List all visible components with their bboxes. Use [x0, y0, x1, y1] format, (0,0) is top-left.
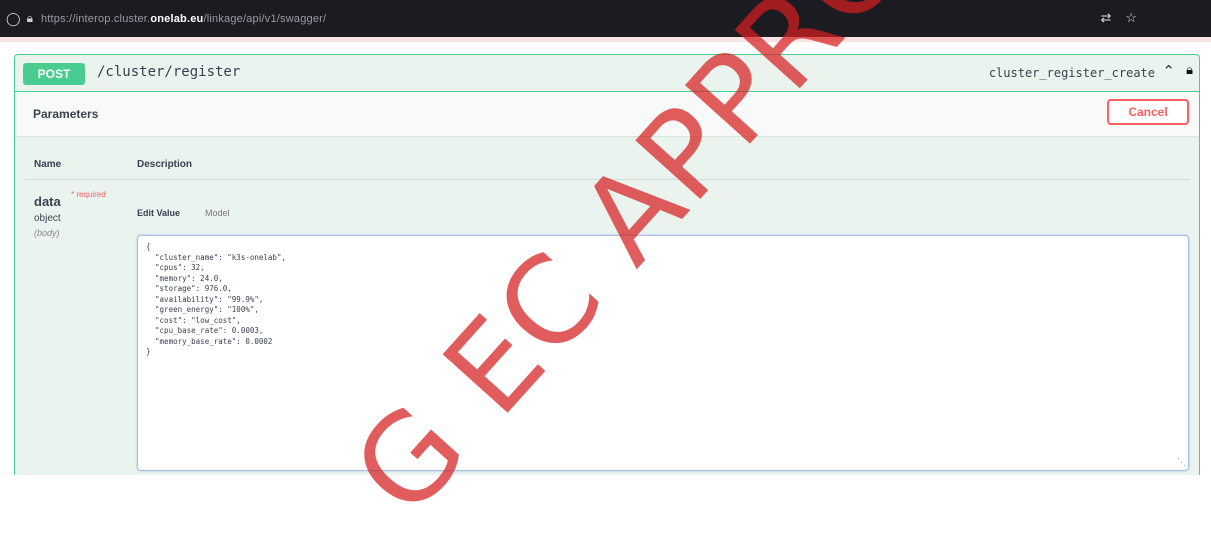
operation-id: cluster_register_create	[988, 66, 1155, 80]
operation-path: /cluster/register	[97, 64, 241, 80]
request-body-editor[interactable]: { "cluster_name": "k3s-onelab", "cpus": …	[137, 235, 1189, 471]
url-host: onelab.eu	[150, 12, 204, 25]
tab-model[interactable]: Model	[205, 208, 230, 218]
authorization-lock-icon[interactable]: 🔒︎	[1186, 62, 1193, 78]
method-badge: POST	[23, 63, 85, 85]
page-top-border	[0, 37, 1211, 42]
resize-handle-icon[interactable]: ⋱	[1177, 457, 1186, 468]
column-header-name: Name	[34, 159, 62, 170]
header-divider	[25, 179, 1190, 180]
address-bar[interactable]: https://interop.cluster.onelab.eu/linkag…	[41, 13, 326, 25]
required-badge: * required	[71, 190, 106, 199]
param-name: data	[34, 194, 61, 209]
url-suffix: /linkage/api/v1/swagger/	[203, 12, 327, 25]
operation-summary[interactable]: POST /cluster/register cluster_register_…	[15, 55, 1199, 92]
post-operation-block: POST /cluster/register cluster_register_…	[14, 54, 1200, 475]
lock-icon[interactable]: 🔒︎	[27, 11, 33, 26]
cancel-button[interactable]: Cancel	[1107, 99, 1189, 125]
parameters-title: Parameters	[33, 107, 99, 121]
param-location: (body)	[34, 228, 60, 238]
shield-icon[interactable]: ◯	[6, 11, 21, 27]
bookmark-star-icon[interactable]: ☆	[1125, 10, 1137, 26]
translate-icon[interactable]: ⇄	[1100, 10, 1111, 26]
column-header-description: Description	[137, 159, 193, 170]
parameters-header: Parameters Cancel	[15, 92, 1199, 137]
chevron-up-icon[interactable]: ⌃	[1162, 62, 1175, 80]
url-prefix: https://interop.cluster.	[40, 12, 151, 25]
tab-edit-value[interactable]: Edit Value	[137, 208, 180, 218]
request-body-json: { "cluster_name": "k3s-onelab", "cpus": …	[146, 242, 286, 356]
param-type: object	[34, 213, 61, 224]
browser-toolbar: ◯ 🔒︎ https://interop.cluster.onelab.eu/l…	[0, 0, 1211, 37]
